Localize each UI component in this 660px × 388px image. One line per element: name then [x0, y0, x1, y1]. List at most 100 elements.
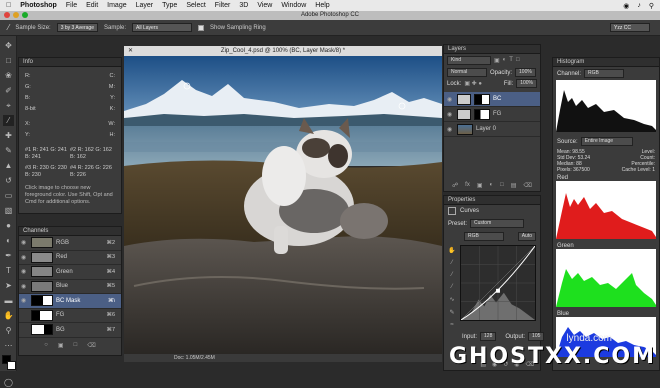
- menu-view[interactable]: View: [257, 2, 272, 9]
- layer-name[interactable]: BC: [493, 96, 501, 102]
- menu-window[interactable]: Window: [281, 2, 306, 9]
- brush-tool-icon[interactable]: ✎: [3, 145, 14, 156]
- menu-layer[interactable]: Layer: [136, 2, 154, 9]
- layer-row-fg[interactable]: ◉ FG: [444, 107, 540, 122]
- gradient-tool-icon[interactable]: ▧: [3, 205, 14, 216]
- type-tool-icon[interactable]: T: [3, 265, 14, 276]
- image-canvas[interactable]: [124, 56, 442, 354]
- save-selection-icon[interactable]: ▣: [58, 342, 64, 349]
- eraser-tool-icon[interactable]: ▭: [3, 190, 14, 201]
- search-icon[interactable]: ⚲: [649, 2, 654, 10]
- histogram-channel-select[interactable]: RGB: [584, 69, 625, 78]
- channel-row-bc-mask[interactable]: ◉ BC Mask ⌘\: [19, 294, 121, 309]
- menu-filter[interactable]: Filter: [215, 2, 231, 9]
- new-layer-icon[interactable]: ▤: [511, 182, 517, 189]
- workspace-select[interactable]: Yzz CC: [610, 23, 650, 32]
- delete-layer-icon[interactable]: ⌫: [523, 182, 531, 189]
- layer-row-layer0[interactable]: ◉ Layer 0: [444, 122, 540, 137]
- more-tools-icon[interactable]: ⋯: [3, 340, 14, 351]
- hand-tool-icon[interactable]: ✋: [3, 310, 14, 321]
- input-field[interactable]: 128: [480, 332, 497, 341]
- menu-type[interactable]: Type: [162, 2, 177, 9]
- fill-field[interactable]: 100%: [516, 79, 537, 88]
- opacity-field[interactable]: 100%: [515, 68, 536, 77]
- channel-row-fg[interactable]: FG ⌘6: [19, 309, 121, 323]
- volume-icon[interactable]: ♪: [637, 2, 641, 10]
- layer-filter-kind[interactable]: Kind: [447, 56, 491, 65]
- auto-button[interactable]: Auto: [517, 232, 536, 241]
- menu-select[interactable]: Select: [186, 2, 205, 9]
- new-adjustment-icon[interactable]: ◐: [490, 182, 494, 189]
- lasso-tool-icon[interactable]: ❀: [3, 70, 14, 81]
- menu-3d[interactable]: 3D: [239, 2, 248, 9]
- marquee-tool-icon[interactable]: □: [3, 55, 14, 66]
- show-ring-checkbox[interactable]: [198, 24, 204, 31]
- pencil-curve-icon[interactable]: ✎: [449, 309, 454, 316]
- sample-select[interactable]: All Layers: [132, 23, 192, 32]
- black-point-eyedropper-icon[interactable]: ⁄: [451, 260, 452, 266]
- layer-row-bc[interactable]: ◉ BC: [444, 92, 540, 107]
- eyedropper-tool-icon[interactable]: ⁄: [8, 23, 9, 32]
- menu-app[interactable]: Photoshop: [20, 2, 57, 9]
- layer-mask-thumbnail[interactable]: [474, 108, 490, 120]
- shape-tool-icon[interactable]: ▬: [3, 295, 14, 306]
- preset-select[interactable]: Custom: [470, 219, 525, 228]
- curve-channel-select[interactable]: RGB: [464, 232, 504, 241]
- layer-mask-thumbnail[interactable]: [474, 93, 490, 105]
- curve-edit-icon[interactable]: ∿: [449, 296, 454, 303]
- filter-adjust-icon[interactable]: ◐: [503, 57, 507, 64]
- channel-row-green[interactable]: ◉ Green ⌘4: [19, 265, 121, 280]
- layer-name[interactable]: FG: [493, 111, 501, 117]
- visibility-eye-icon[interactable]: ◉: [21, 297, 28, 304]
- visibility-eye-icon[interactable]: ◉: [21, 268, 28, 275]
- zoom-tool-icon[interactable]: ⚲: [3, 325, 14, 336]
- output-field[interactable]: 105: [528, 332, 545, 341]
- gray-point-eyedropper-icon[interactable]: ⁄: [451, 272, 452, 278]
- link-layers-icon[interactable]: ☍: [452, 182, 458, 189]
- background-color-swatch[interactable]: [7, 361, 16, 370]
- quick-mask-icon[interactable]: ◯: [3, 377, 14, 388]
- blend-mode-select[interactable]: Normal: [447, 68, 487, 77]
- history-brush-icon[interactable]: ↺: [3, 175, 14, 186]
- document-tab[interactable]: ✕ Zip_Cool_4.psd @ 100% (BC, Layer Mask/…: [124, 46, 442, 56]
- visibility-eye-icon[interactable]: ◉: [21, 239, 28, 246]
- new-channel-icon[interactable]: □: [74, 342, 78, 349]
- path-select-icon[interactable]: ➤: [3, 280, 14, 291]
- visibility-eye-icon[interactable]: ◉: [447, 96, 454, 103]
- visibility-eye-icon[interactable]: ◉: [21, 254, 28, 261]
- crop-tool-icon[interactable]: ⌖: [3, 100, 14, 111]
- quick-select-tool-icon[interactable]: ✐: [3, 85, 14, 96]
- new-group-icon[interactable]: □: [500, 182, 504, 189]
- visibility-eye-icon[interactable]: ◉: [447, 126, 454, 133]
- filter-pixel-icon[interactable]: ▣: [494, 57, 500, 64]
- close-doc-icon[interactable]: ✕: [128, 46, 133, 56]
- healing-tool-icon[interactable]: ✚: [3, 130, 14, 141]
- eyedropper-tool-button[interactable]: ⁄: [3, 115, 14, 126]
- filter-type-icon[interactable]: T: [509, 57, 513, 64]
- load-selection-icon[interactable]: ○: [44, 342, 48, 349]
- channel-row-bg[interactable]: BG ⌘7: [19, 323, 121, 338]
- color-swatches[interactable]: [2, 355, 16, 373]
- channel-row-blue[interactable]: ◉ Blue ⌘5: [19, 280, 121, 294]
- menu-file[interactable]: File: [66, 2, 77, 9]
- layer-name[interactable]: Layer 0: [476, 126, 496, 132]
- menu-edit[interactable]: Edit: [86, 2, 98, 9]
- delete-channel-icon[interactable]: ⌫: [87, 342, 95, 349]
- pen-tool-icon[interactable]: ✒: [3, 250, 14, 261]
- lock-icons[interactable]: ▣ ✚ ●: [464, 80, 482, 87]
- menu-image[interactable]: Image: [107, 2, 126, 9]
- stamp-tool-icon[interactable]: ▲: [3, 160, 14, 171]
- source-select[interactable]: Entire Image: [580, 137, 633, 146]
- zoom-button[interactable]: [22, 12, 28, 18]
- channel-row-red[interactable]: ◉ Red ⌘3: [19, 251, 121, 265]
- dodge-tool-icon[interactable]: ◐: [3, 235, 14, 246]
- fx-icon[interactable]: fx: [465, 182, 470, 189]
- wifi-icon[interactable]: ◉: [623, 2, 629, 10]
- close-button[interactable]: [4, 12, 10, 18]
- add-mask-icon[interactable]: ▣: [477, 182, 483, 189]
- sample-size-select[interactable]: 3 by 3 Average: [56, 23, 98, 32]
- visibility-eye-icon[interactable]: ◉: [447, 111, 454, 118]
- on-image-adjust-icon[interactable]: ✋: [448, 247, 455, 254]
- channel-row-rgb[interactable]: ◉ RGB ⌘2: [19, 236, 121, 251]
- visibility-eye-icon[interactable]: ◉: [21, 283, 28, 290]
